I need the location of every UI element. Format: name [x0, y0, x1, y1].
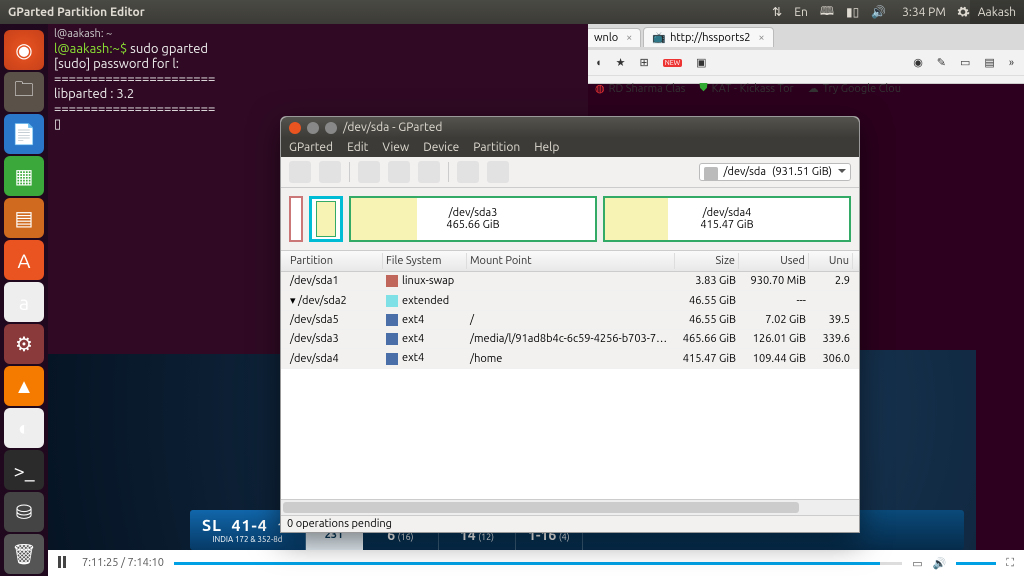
partition-block-sda2[interactable]	[309, 196, 343, 242]
bookmark-icon[interactable]: ◉	[913, 56, 923, 69]
menu-edit[interactable]: Edit	[347, 141, 368, 154]
maximize-icon[interactable]	[325, 122, 337, 134]
terminal-icon[interactable]: >_	[4, 450, 44, 490]
chrome-icon[interactable]: ◐	[4, 408, 44, 448]
minimize-icon[interactable]	[307, 122, 319, 134]
browser-tab[interactable]: wnlo×	[585, 28, 641, 47]
user-menu[interactable]: Aakash	[970, 0, 1024, 24]
toolbar: /dev/sda (931.51 GiB)	[281, 157, 859, 188]
table-row[interactable]: ▾ /dev/sda2extended46.55 GiB---	[281, 291, 859, 311]
new-badge: NEW	[663, 59, 682, 67]
table-row[interactable]: /dev/sda4ext4/home415.47 GiB109.44 GiB30…	[281, 349, 859, 368]
calc-icon[interactable]: ▦	[4, 156, 44, 196]
titlebar[interactable]: /dev/sda - GParted	[281, 117, 859, 138]
menu-partition[interactable]: Partition	[473, 141, 520, 154]
browser-tab[interactable]: 📺http://hssports2×	[643, 27, 773, 47]
close-icon[interactable]: ×	[754, 32, 764, 44]
terminal-line: ======================	[54, 102, 582, 117]
terminal-line: l@aakash:~$ sudo gparted	[54, 42, 582, 57]
disk-graphic: /dev/sda3465.66 GiB /dev/sda4415.47 GiB	[281, 188, 859, 250]
volume-icon[interactable]: 🔊	[933, 557, 947, 570]
table-row[interactable]: /dev/sda1linux-swap3.83 GiB930.70 MiB2.9	[281, 272, 859, 291]
status-bar: 0 operations pending	[281, 515, 859, 532]
gparted-window: /dev/sda - GParted GParted Edit View Dev…	[280, 116, 860, 533]
table-row[interactable]: /dev/sda3ext4/media/l/91ad8b4c-6c59-4256…	[281, 330, 859, 349]
files-icon[interactable]: 🗀	[4, 72, 44, 112]
terminal-line: [sudo] password for l:	[54, 57, 582, 72]
undo-icon[interactable]	[457, 161, 479, 183]
apply-icon[interactable]	[487, 161, 509, 183]
vlc-icon[interactable]: ▲	[4, 366, 44, 406]
menu-help[interactable]: Help	[534, 141, 559, 154]
close-icon[interactable]	[289, 122, 301, 134]
trash-icon[interactable]: 🗑	[4, 534, 44, 574]
software-icon[interactable]: A	[4, 240, 44, 280]
partition-block-sda4[interactable]: /dev/sda4415.47 GiB	[603, 196, 851, 242]
menu-view[interactable]: View	[382, 141, 409, 154]
bookmark-icon[interactable]: »	[1009, 57, 1014, 69]
new-partition-icon[interactable]	[289, 161, 311, 183]
gear-icon[interactable]	[956, 5, 970, 19]
bookmark-icon[interactable]: ★	[616, 56, 626, 69]
window-title: GParted Partition Editor	[0, 6, 145, 19]
paste-icon[interactable]	[418, 161, 440, 183]
battery-icon[interactable]: ▮▯	[840, 5, 865, 19]
terminal-line: ======================	[54, 72, 582, 87]
bluetooth-icon[interactable]: 🕮	[814, 2, 840, 23]
top-panel: GParted Partition Editor ⇅ En 🕮 ▮▯ 🔊 3:3…	[0, 0, 1024, 24]
browser-tabs: wnlo× 📺http://hssports2×	[585, 24, 1024, 50]
partition-table: PartitionFile SystemMount PointSizeUsedU…	[281, 250, 859, 515]
menu-gparted[interactable]: GParted	[289, 141, 333, 154]
bookmark-icon[interactable]: ▣	[696, 56, 706, 69]
amazon-icon[interactable]: a	[4, 282, 44, 322]
horizontal-scrollbar[interactable]	[281, 499, 859, 515]
copy-icon[interactable]	[388, 161, 410, 183]
bookmark-icon[interactable]: ✎	[937, 56, 946, 69]
terminal-line: libparted : 3.2	[54, 87, 582, 102]
bookmarks-bar: ◖ ★ ⊞ NEW ▣ ◉ ✎ ▭ ▤ »	[585, 50, 1024, 75]
disks-icon[interactable]: ⛁	[4, 492, 44, 532]
pause-icon[interactable]	[58, 556, 72, 570]
menu-device[interactable]: Device	[423, 141, 459, 154]
window-title: /dev/sda - GParted	[343, 121, 442, 134]
menubar: GParted Edit View Device Partition Help	[281, 138, 859, 157]
video-controls: 7:11:25 / 7:14:10 ▭ 🔊 ⛶	[48, 550, 1024, 576]
network-icon[interactable]: ⇅	[766, 5, 788, 19]
tv-icon: 📺	[652, 31, 666, 44]
table-empty-area	[281, 369, 859, 499]
seek-bar[interactable]	[174, 562, 902, 565]
bookmark[interactable]: ☁Try Google Clou	[808, 82, 901, 95]
dash-icon[interactable]: ◉	[4, 30, 44, 70]
lang-indicator[interactable]: En	[788, 6, 814, 19]
browser-window: wnlo× 📺http://hssports2× ◖ ★ ⊞ NEW ▣ ◉ ✎…	[585, 24, 1024, 84]
pocket-icon[interactable]: ◖	[595, 57, 602, 69]
fullscreen-icon[interactable]: ⛶	[1006, 557, 1014, 570]
writer-icon[interactable]: 📄	[4, 114, 44, 154]
video-time: 7:11:25 / 7:14:10	[82, 557, 164, 569]
close-icon[interactable]: ×	[622, 32, 632, 44]
delete-icon[interactable]	[319, 161, 341, 183]
table-row[interactable]: /dev/sda5ext4/46.55 GiB7.02 GiB39.5	[281, 311, 859, 330]
bookmark-icon[interactable]: ▤	[984, 56, 994, 69]
partition-block-sda3[interactable]: /dev/sda3465.66 GiB	[349, 196, 597, 242]
device-selector[interactable]: /dev/sda (931.51 GiB)	[699, 163, 851, 181]
volume-icon[interactable]: 🔊	[865, 5, 892, 19]
table-header[interactable]: PartitionFile SystemMount PointSizeUsedU…	[281, 251, 859, 272]
settings-icon[interactable]: ⚙	[4, 324, 44, 364]
bookmarks-bar-2: ◍RD Sharma Clas ⛊KAT - Kickass Tor ☁Try …	[585, 75, 1024, 101]
unity-launcher: ◉ 🗀 📄 ▦ ▤ A a ⚙ ▲ ◐ >_ ⛁ 🗑	[0, 24, 48, 576]
impress-icon[interactable]: ▤	[4, 198, 44, 238]
bookmark-icon[interactable]: ▭	[960, 56, 970, 69]
grid-icon[interactable]: ⊞	[640, 56, 649, 69]
partition-block-sda1[interactable]	[289, 196, 303, 242]
volume-slider[interactable]	[956, 562, 996, 565]
cast-icon[interactable]: ▭	[912, 557, 922, 570]
resize-icon[interactable]	[358, 161, 380, 183]
bookmark[interactable]: ⛊KAT - Kickass Tor	[699, 82, 793, 95]
clock[interactable]: 3:34 PM	[892, 6, 956, 19]
terminal-tab[interactable]: l@aakash: ~	[54, 28, 582, 40]
bookmark[interactable]: ◍RD Sharma Clas	[595, 82, 685, 95]
